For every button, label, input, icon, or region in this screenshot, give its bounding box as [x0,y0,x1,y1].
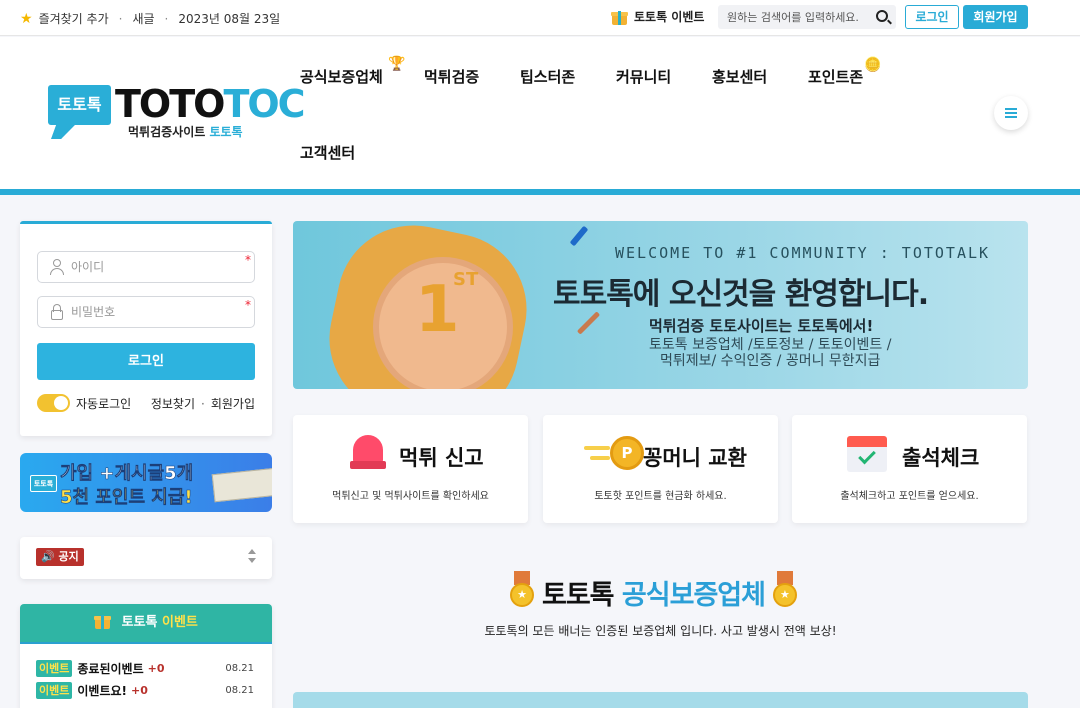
card-scam-report[interactable]: 먹튀 신고 먹튀신고 및 먹튀사이트를 확인하세요 [293,415,528,523]
site-logo[interactable]: 토토톡 TOTOTOC 먹튀검증사이트 토토톡 [48,82,306,145]
topbar-left: ★ 즐겨찾기 추가 · 새글 · 2023년 08월 23일 [20,10,280,27]
separator-dot: · [164,11,169,26]
search-box [718,5,896,29]
separator-dot: · [118,11,123,26]
id-input[interactable] [38,252,238,282]
coin-icon: P [584,436,644,472]
card-attendance[interactable]: 출석체크 출석체크하고 포인트를 얻으세요. [792,415,1027,523]
comment-count: +0 [131,683,148,697]
partner-banner-strip[interactable] [293,692,1028,708]
hero-headline: 토토톡에 오신것을 환영합니다. [553,277,929,312]
card-title: 출석체크 [902,446,980,470]
section-subtitle: 토토톡의 모든 배너는 인증된 보증업체 입니다. 사고 발생시 전액 보상! [484,624,837,638]
topbar-event-link[interactable]: 토토톡 이벤트 [611,8,704,25]
hero-welcome: WELCOME TO #1 COMMUNITY : TOTOTALK [615,244,991,262]
event-panel: 토토톡 이벤트 이벤트 종료된이벤트 +0 08.21 이벤트 이벤트요! +0… [20,604,272,708]
id-field[interactable]: * [37,251,255,283]
nav-community[interactable]: 커뮤니티 [616,66,671,87]
required-mark: * [245,298,251,312]
nav-customer-center[interactable]: 고객센터 [300,142,355,163]
first-place-badge-icon: 1 ST [315,221,543,389]
card-point-exchange[interactable]: P 꽁머니 교환 토토핫 포인트를 현금화 하세요. [543,415,778,523]
promo-line-2: 5천 포인트 지급! [60,487,193,509]
auto-login[interactable]: 자동로그인 [37,394,131,412]
partners-section-title: ★ 토토톡 공식보증업체 ★ [508,571,799,613]
event-title: 종료된이벤트 [77,661,144,676]
nav-scam-verify[interactable]: 먹튀검증 [424,66,479,87]
notice-tag: 🔊 공지 [36,548,84,566]
logo-wordmark: TOTOTOC [115,82,306,126]
siren-icon [350,435,386,469]
current-date: 2023년 08월 23일 [178,12,281,26]
login-panel: * * 로그인 자동로그인 정보찾기·회원가입 [20,221,272,436]
welcome-hero-banner: 1 ST WELCOME TO #1 COMMUNITY : TOTOTALK … [293,221,1028,389]
password-input[interactable] [38,297,238,327]
event-title: 이벤트요! [77,683,128,698]
list-item[interactable]: 이벤트 이벤트요! +0 [36,681,148,699]
header-divider [0,189,1080,195]
hero-line-2: 먹튀제보/ 수익인증 / 꽁머니 무한지급 [660,353,881,369]
find-info-link[interactable]: 정보찾기 [151,397,195,411]
nav-promo-center[interactable]: 홍보센터 [712,66,767,87]
card-title: 먹튀 신고 [399,446,484,470]
event-date: 08.21 [225,663,254,674]
promo-line-1: 가입 +게시글5개 [60,463,194,485]
event-badge: 이벤트 [36,659,73,677]
menu-button[interactable] [994,96,1028,130]
nav-tipster-zone[interactable]: 팁스터존 [520,66,575,87]
bookmark-link[interactable]: 즐겨찾기 추가 [39,10,109,27]
event-badge: 이벤트 [36,681,73,699]
login-button[interactable]: 로그인 [37,343,255,380]
signup-promo-banner[interactable]: 토토톡 가입 +게시글5개 5천 포인트 지급! [20,453,272,512]
logo-bubble: 토토톡 [48,85,111,125]
top-login-button[interactable]: 로그인 [905,5,959,29]
search-icon[interactable] [876,10,888,22]
card-description: 출석체크하고 포인트를 얻으세요. [840,491,979,502]
event-link-label: 토토톡 이벤트 [634,10,705,24]
card-description: 먹튀신고 및 먹튀사이트를 확인하세요 [332,491,489,502]
star-icon: ★ [20,10,33,27]
card-title: 꽁머니 교환 [643,446,747,470]
up-down-arrows-icon[interactable] [248,549,256,565]
top-join-button[interactable]: 회원가입 [963,5,1028,29]
gift-icon [611,8,628,25]
auto-login-label: 자동로그인 [76,396,132,411]
top-utility-bar: ★ 즐겨찾기 추가 · 새글 · 2023년 08월 23일 토토톡 이벤트 로… [0,0,1080,36]
calendar-check-icon [847,434,887,472]
hero-subheadline: 먹튀검증 토토사이트는 토토톡에서! [649,317,874,335]
user-icon [50,259,64,275]
money-icon [211,467,272,503]
nav-official-partners[interactable]: 공식보증업체 [300,66,383,87]
account-links: 정보찾기 · 회원가입 [150,397,255,411]
password-field[interactable]: * [37,296,255,328]
lock-icon [51,304,63,320]
card-description: 토토핫 포인트를 현금화 하세요. [594,491,727,502]
new-posts-link[interactable]: 새글 [132,10,154,27]
required-mark: * [245,253,251,267]
promo-logo: 토토톡 [30,475,57,492]
event-date: 08.21 [225,685,254,696]
nav-point-zone[interactable]: 포인트존 [808,66,863,87]
logo-tagline: 먹튀검증사이트 토토톡 [128,125,243,139]
trophy-icon: 🏆 [388,56,406,72]
logo-bubble-tail [51,123,77,139]
comment-count: +0 [147,661,165,675]
medal-icon: ★ [771,571,799,613]
auto-login-toggle[interactable] [37,394,70,412]
list-item[interactable]: 이벤트 종료된이벤트 +0 [36,659,165,677]
notice-ticker[interactable]: 🔊 공지 [20,537,272,579]
winged-coin-icon: 🪙 [864,57,882,73]
medal-icon: ★ [508,571,536,613]
join-link[interactable]: 회원가입 [211,397,255,411]
section-heading: 토토톡 공식보증업체 [542,579,766,611]
search-input[interactable] [718,5,868,29]
